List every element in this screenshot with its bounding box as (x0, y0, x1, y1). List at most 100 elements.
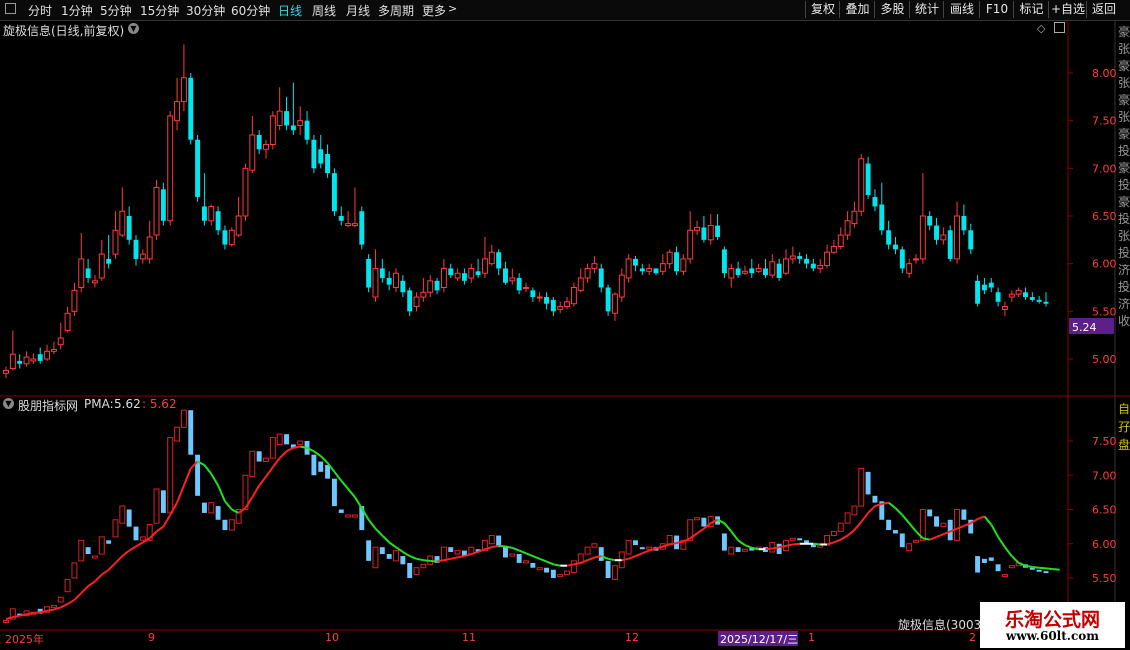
time-cursor-label: 2025/12/17/三 (720, 633, 799, 646)
candle-body-down (879, 204, 885, 231)
pma-segment (696, 527, 705, 535)
back-button[interactable]: 返回 (1086, 1, 1121, 18)
chevron-down-icon[interactable]: ▼ (128, 23, 139, 34)
candle-body-up (625, 258, 632, 279)
candle-body-up (112, 229, 119, 255)
pma-segment (628, 555, 636, 560)
candle-body-down (160, 189, 166, 221)
candle-body-up (420, 291, 427, 298)
pma-segment (990, 524, 999, 538)
indicator-bar-up (413, 567, 420, 576)
indicator-bar-up (372, 546, 379, 569)
pma-segment (436, 559, 445, 563)
candle-body-down (975, 280, 981, 304)
window-toggle-icon[interactable] (1054, 22, 1065, 33)
pma-segment (580, 559, 588, 564)
pma-segment (539, 557, 547, 563)
pma-segment (101, 568, 110, 576)
candle-body-up (824, 251, 831, 267)
candle-body-down (318, 149, 324, 164)
indicator-menu-icon[interactable]: ▼ (3, 398, 14, 409)
candle-body-up (858, 158, 865, 212)
pma-segment (765, 547, 773, 551)
indicator-bar-down (721, 533, 727, 551)
pma-segment (388, 541, 397, 548)
pma-segment (244, 496, 254, 509)
multi-stock-button[interactable]: 多股 (874, 1, 910, 18)
tab-60min[interactable]: 60分钟 (231, 2, 270, 19)
candle-body-down (653, 268, 659, 274)
candle-body-up (276, 110, 283, 126)
pma-segment (1039, 566, 1047, 570)
indicator-bar-up (591, 543, 598, 548)
indicator-bar-up (269, 437, 276, 459)
pma-segment (258, 476, 267, 487)
pma-segment (518, 549, 527, 555)
indicator-bar-down (284, 434, 289, 445)
diamond-icon[interactable]: ◇ (1037, 22, 1045, 35)
candle-body-down (715, 225, 721, 237)
indicator-bar-down (126, 509, 132, 527)
panel-toggle-icon[interactable] (5, 3, 16, 14)
candle-body-down (810, 263, 816, 269)
pma-segment (744, 544, 753, 549)
pma-value: 5.62 (114, 397, 141, 411)
indicator-bars (3, 409, 1049, 624)
candle-body-down (797, 256, 803, 259)
candle-body-up (119, 210, 126, 236)
pma-segment (374, 527, 384, 537)
candle-body-up (146, 236, 153, 260)
overlay-button[interactable]: 叠加 (839, 1, 875, 18)
candle-body-up (536, 296, 543, 299)
indicator-bar-down (927, 509, 933, 517)
candle-body-up (23, 356, 30, 365)
pma-segment (587, 556, 595, 562)
candle-body-up (694, 226, 701, 231)
pma-segment (881, 501, 889, 506)
indicator-bar-down (550, 569, 556, 578)
candle-body-up (741, 270, 748, 274)
f10-button[interactable]: F10 (979, 1, 1014, 18)
pma-segment (217, 485, 226, 502)
draw-line-button[interactable]: 画线 (943, 1, 980, 18)
candle-body-down (17, 360, 23, 364)
price-tick-label: 7.50 (1092, 115, 1117, 128)
fuquan-button[interactable]: 复权 (805, 1, 840, 18)
tab-more[interactable]: 更多 (422, 2, 446, 19)
candle-body-up (659, 263, 666, 272)
tab-fenshi[interactable]: 分时 (28, 2, 52, 19)
pma-segment (135, 541, 144, 548)
tab-15min[interactable]: 15分钟 (140, 2, 179, 19)
pma-segment (853, 521, 863, 531)
tab-daily[interactable]: 日线 (278, 2, 302, 19)
pma-segment (566, 563, 575, 567)
tab-weekly[interactable]: 周线 (312, 2, 336, 19)
kline-chart[interactable]: 5.24 8.00 7.50 7.00 6.50 6.00 5.50 5.00 7.50 7.0… (0, 20, 1130, 650)
candle-body-up (249, 134, 256, 171)
candle-body-up (817, 265, 824, 269)
price-tick-label: 6.00 (1092, 258, 1117, 271)
candle-body-up (728, 267, 735, 279)
candle-body-down (133, 239, 139, 259)
pma-segment (231, 508, 240, 514)
tab-monthly[interactable]: 月线 (346, 2, 370, 19)
stats-button[interactable]: 统计 (909, 1, 944, 18)
indicator-bar-down (605, 560, 611, 578)
chevron-right-icon[interactable]: > (448, 2, 457, 15)
tab-30min[interactable]: 30分钟 (186, 2, 225, 19)
tab-multi-period[interactable]: 多周期 (378, 2, 414, 19)
tab-5min[interactable]: 5分钟 (100, 2, 132, 19)
add-watchlist-button[interactable]: +自选 (1048, 1, 1087, 18)
candle-body-down (85, 268, 91, 278)
indicator-bar-down (899, 533, 905, 548)
pma-segment (936, 533, 944, 538)
indicator-bar-down (886, 519, 892, 531)
tab-1min[interactable]: 1分钟 (61, 2, 93, 19)
mark-button[interactable]: 标记 (1013, 1, 1049, 18)
indicator-bar-up (523, 560, 529, 564)
candle-body-down (1029, 297, 1035, 300)
price-tick-label: 8.00 (1092, 67, 1117, 80)
pma-segment (511, 546, 520, 552)
pma-segment (128, 545, 137, 552)
indicator-bar-up (454, 550, 461, 555)
